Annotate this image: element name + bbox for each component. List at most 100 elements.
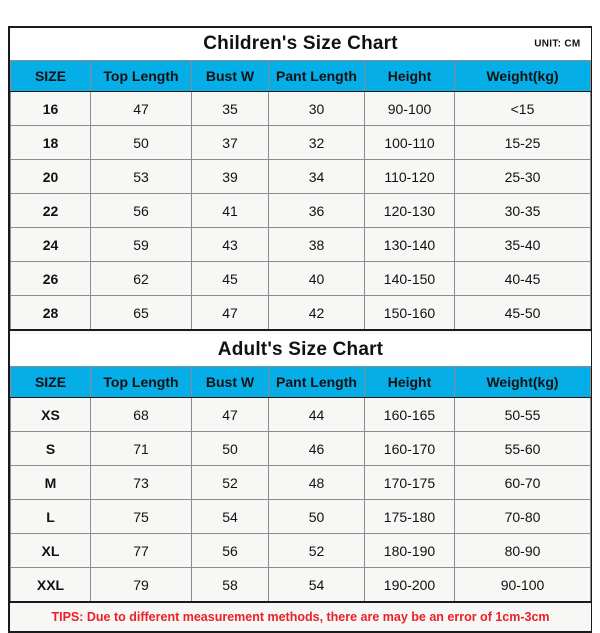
measurement-cell: 15-25 [453, 125, 592, 160]
measurement-cell: 40-45 [453, 261, 592, 296]
size-chart-container: Children's Size Chart UNIT: CM SIZE Top Len… [8, 26, 592, 633]
measurement-cell: 90-100 [453, 567, 592, 603]
measurement-cell: 190-200 [364, 567, 455, 603]
measurement-cell: 52 [268, 533, 365, 568]
table-row: 18 50 37 32 100-110 15-25 [10, 125, 592, 160]
measurement-cell: 50 [268, 499, 365, 534]
measurement-cell: 37 [191, 125, 269, 160]
table-row: 16 47 35 30 90-100 <15 [10, 91, 592, 126]
section-title-cell: Children's Size Chart UNIT: CM [10, 28, 591, 61]
measurement-cell: 70-80 [453, 499, 592, 534]
measurement-cell: 36 [268, 193, 365, 228]
table-row: 26 62 45 40 140-150 40-45 [10, 261, 592, 296]
measurement-cell: 50 [90, 125, 192, 160]
measurement-cell: 54 [268, 567, 365, 603]
measurement-cell: 160-165 [364, 397, 455, 432]
column-header-cell: Bust W [191, 60, 269, 92]
measurement-cell: 71 [90, 431, 192, 466]
measurement-cell: 62 [90, 261, 192, 296]
measurement-cell: 44 [268, 397, 365, 432]
tips-row: TIPS: Due to different measurement metho… [10, 601, 591, 631]
measurement-cell: 80-90 [453, 533, 592, 568]
measurement-cell: 32 [268, 125, 365, 160]
measurement-cell: 56 [90, 193, 192, 228]
measurement-cell: 140-150 [364, 261, 455, 296]
measurement-cell: 79 [90, 567, 192, 603]
table-row: 22 56 41 36 120-130 30-35 [10, 193, 592, 228]
column-header-cell: Weight(kg) [453, 60, 592, 92]
measurement-cell: 43 [191, 227, 269, 262]
measurement-cell: 60-70 [453, 465, 592, 500]
column-header-cell: Weight(kg) [453, 366, 592, 398]
measurement-cell: 30-35 [453, 193, 592, 228]
measurement-cell: 77 [90, 533, 192, 568]
table-row: XL 77 56 52 180-190 80-90 [10, 533, 592, 568]
size-cell: M [10, 465, 91, 500]
measurement-cell: 150-160 [364, 295, 455, 331]
table-row: 20 53 39 34 110-120 25-30 [10, 159, 592, 194]
measurement-cell: 50 [191, 431, 269, 466]
measurement-cell: 35 [191, 91, 269, 126]
table-row: XXL 79 58 54 190-200 90-100 [10, 567, 592, 603]
measurement-cell: 35-40 [453, 227, 592, 262]
size-cell: XXL [10, 567, 91, 603]
size-cell: 20 [10, 159, 91, 194]
measurement-cell: 54 [191, 499, 269, 534]
size-cell: 18 [10, 125, 91, 160]
measurement-cell: 68 [90, 397, 192, 432]
size-cell: 26 [10, 261, 91, 296]
measurement-cell: 50-55 [453, 397, 592, 432]
measurement-cell: 47 [191, 295, 269, 331]
measurement-cell: 38 [268, 227, 365, 262]
column-header-cell: SIZE [10, 366, 91, 398]
section-title-text: Adult's Size Chart [217, 339, 384, 360]
measurement-cell: 41 [191, 193, 269, 228]
size-cell: 28 [10, 295, 91, 331]
measurement-cell: 47 [191, 397, 269, 432]
size-cell: L [10, 499, 91, 534]
measurement-cell: 55-60 [453, 431, 592, 466]
measurement-cell: 65 [90, 295, 192, 331]
table-row: L 75 54 50 175-180 70-80 [10, 499, 592, 534]
unit-label: UNIT: CM [534, 38, 581, 50]
measurement-cell: 45 [191, 261, 269, 296]
size-cell: XL [10, 533, 91, 568]
measurement-cell: 53 [90, 159, 192, 194]
measurement-cell: 45-50 [453, 295, 592, 331]
column-header-cell: Top Length [90, 60, 192, 92]
column-header-cell: Pant Length [268, 366, 365, 398]
column-header-row: SIZE Top Length Bust W Pant Length Height Wei… [10, 366, 592, 398]
size-cell: S [10, 431, 91, 466]
column-header-cell: SIZE [10, 60, 91, 92]
measurement-cell: 34 [268, 159, 365, 194]
column-header-cell: Height [364, 60, 455, 92]
size-cell: 16 [10, 91, 91, 126]
measurement-cell: 46 [268, 431, 365, 466]
column-header-cell: Top Length [90, 366, 192, 398]
measurement-cell: 175-180 [364, 499, 455, 534]
size-cell: 24 [10, 227, 91, 262]
column-header-row: SIZE Top Length Bust W Pant Length Height Wei… [10, 60, 592, 92]
size-cell: 22 [10, 193, 91, 228]
measurement-cell: 59 [90, 227, 192, 262]
measurement-cell: <15 [453, 91, 592, 126]
measurement-cell: 40 [268, 261, 365, 296]
measurement-cell: 75 [90, 499, 192, 534]
measurement-cell: 39 [191, 159, 269, 194]
column-header-cell: Pant Length [268, 60, 365, 92]
measurement-cell: 47 [90, 91, 192, 126]
size-chart-table: Children's Size Chart UNIT: CM SIZE Top Len… [10, 28, 592, 631]
measurement-cell: 160-170 [364, 431, 455, 466]
measurement-cell: 90-100 [364, 91, 455, 126]
measurement-cell: 48 [268, 465, 365, 500]
table-row: 24 59 43 38 130-140 35-40 [10, 227, 592, 262]
column-header-cell: Height [364, 366, 455, 398]
measurement-cell: 58 [191, 567, 269, 603]
table-row: M 73 52 48 170-175 60-70 [10, 465, 592, 500]
tips-text: TIPS: Due to different measurement metho… [10, 601, 591, 631]
measurement-cell: 170-175 [364, 465, 455, 500]
table-row: 28 65 47 42 150-160 45-50 [10, 295, 592, 331]
table-row: S 71 50 46 160-170 55-60 [10, 431, 592, 466]
size-cell: XS [10, 397, 91, 432]
measurement-cell: 110-120 [364, 159, 455, 194]
